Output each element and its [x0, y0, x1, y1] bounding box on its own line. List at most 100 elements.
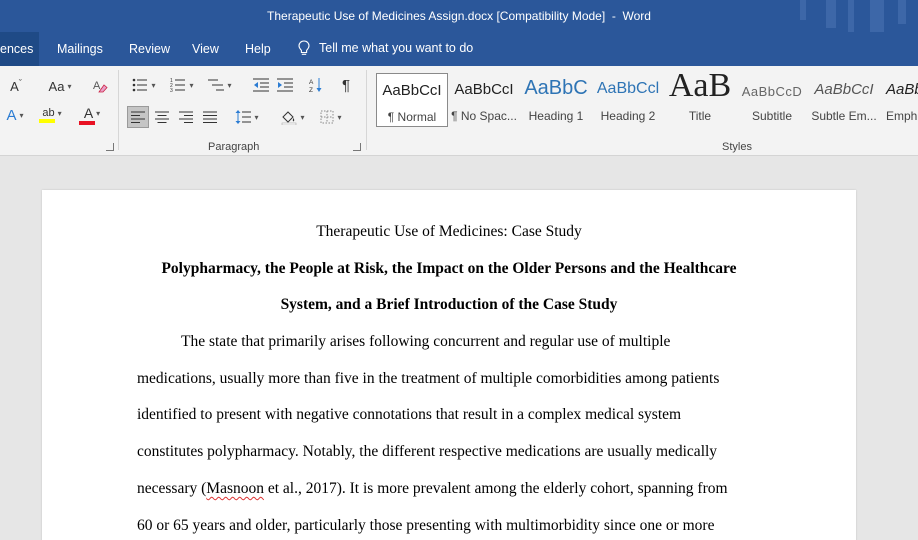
- change-case-button[interactable]: Aa ▾: [42, 76, 78, 96]
- svg-text:Z: Z: [309, 87, 313, 93]
- body-line: necessary (Masnoon et al., 2017). It is …: [137, 480, 728, 498]
- body-line: medications, usually more than five in t…: [137, 370, 720, 387]
- chevron-down-icon: ▾: [67, 81, 72, 91]
- style-sample: AaB: [668, 67, 732, 104]
- style-no-spacing[interactable]: AaBbCcI ¶ No Spac...: [448, 73, 520, 127]
- chevron-down-icon: ▾: [96, 108, 101, 118]
- highlight-color-button[interactable]: ab ▾: [34, 105, 70, 125]
- tab-references[interactable]: ences: [0, 32, 40, 66]
- pilcrow-icon: ¶: [341, 76, 351, 94]
- font-color-swatch: [79, 121, 95, 125]
- chevron-down-icon: ▾: [300, 112, 305, 122]
- align-left-icon: [131, 111, 145, 123]
- align-center-icon: [155, 111, 169, 123]
- chevron-down-icon: ▾: [151, 80, 156, 90]
- style-normal[interactable]: AaBbCcI ¶ Normal: [376, 73, 448, 127]
- sort-icon: A Z: [309, 78, 322, 93]
- bullets-button[interactable]: ▾: [128, 75, 160, 95]
- body-text: et al., 2017). It is more prevalent amon…: [263, 480, 728, 497]
- document-page[interactable]: Therapeutic Use of Medicines: Case Study…: [42, 190, 856, 540]
- style-subtle-emphasis[interactable]: AaBbCcI Subtle Em...: [808, 73, 880, 127]
- shading-button[interactable]: ▾: [276, 107, 310, 127]
- svg-text:A: A: [309, 79, 314, 86]
- decrease-indent-button[interactable]: [250, 75, 272, 95]
- line-spacing-icon: [235, 110, 252, 124]
- style-sample: AaBbCcI: [382, 82, 442, 99]
- tab-mailings[interactable]: Mailings: [57, 42, 103, 56]
- chevron-down-icon: ▾: [337, 112, 342, 122]
- style-sample: AaBbCcl: [596, 80, 660, 97]
- body-text: necessary (: [137, 480, 207, 497]
- tell-me-label: Tell me what you want to do: [319, 41, 474, 55]
- paint-bucket-icon: [282, 111, 297, 125]
- style-sample: AaBbCcD: [741, 84, 803, 99]
- chevron-down-icon: ▾: [189, 80, 194, 90]
- paragraph-dialog-launcher[interactable]: [353, 143, 361, 151]
- show-marks-button[interactable]: ¶: [336, 75, 356, 95]
- borders-button[interactable]: ▾: [314, 107, 348, 127]
- clear-formatting-button[interactable]: A: [88, 76, 112, 96]
- style-name: ¶ No Spac...: [451, 109, 517, 123]
- style-name: Emph: [886, 109, 918, 123]
- align-right-button[interactable]: [175, 107, 197, 127]
- borders-icon: [320, 110, 334, 124]
- chevron-down-icon: ▾: [57, 108, 62, 118]
- multilevel-list-icon: [208, 79, 225, 91]
- body-line: identified to present with negative conn…: [137, 406, 682, 423]
- numbering-button[interactable]: 1 2 3 ▾: [166, 75, 198, 95]
- style-sample: AaBbC: [524, 77, 588, 99]
- styles-group-label: Styles: [722, 141, 752, 153]
- line-spacing-button[interactable]: ▾: [230, 107, 264, 127]
- style-heading-2[interactable]: AaBbCcl Heading 2: [592, 73, 664, 127]
- style-name: Subtle Em...: [811, 109, 877, 123]
- align-right-icon: [179, 111, 193, 123]
- style-name: Title: [688, 109, 712, 123]
- tell-me-search[interactable]: Tell me what you want to do: [298, 40, 473, 56]
- increase-indent-icon: [277, 78, 293, 92]
- font-dialog-launcher[interactable]: [106, 143, 114, 151]
- style-subtitle[interactable]: AaBbCcD Subtitle: [736, 73, 808, 127]
- window-title: Therapeutic Use of Medicines Assign.docx…: [267, 9, 651, 23]
- style-name: Subtitle: [751, 109, 793, 123]
- tab-review[interactable]: Review: [129, 42, 170, 56]
- title-bar: Therapeutic Use of Medicines Assign.docx…: [0, 0, 918, 32]
- numbered-list-icon: 1 2 3: [170, 78, 186, 92]
- font-color-button[interactable]: A ▾: [74, 105, 110, 125]
- style-sample: AaBbCcI: [454, 81, 514, 98]
- ribbon: Aˇ Aa ▾ A A ▾ ab ▾ A ▾ ▾ 1 2 3 ▾ ▾ A Z ¶…: [0, 66, 918, 156]
- align-left-button[interactable]: [127, 106, 149, 128]
- ribbon-tabs: ences Mailings Review View Help Tell me …: [0, 32, 918, 66]
- group-separator: [366, 70, 367, 150]
- lightbulb-icon: [298, 40, 310, 55]
- decrease-indent-icon: [253, 78, 269, 92]
- sort-button[interactable]: A Z: [306, 75, 326, 95]
- group-separator: [118, 70, 119, 150]
- spelling-error-word[interactable]: Masnoon: [206, 480, 264, 497]
- chevron-down-icon: ▾: [19, 110, 24, 120]
- text-effects-button[interactable]: A ▾: [0, 105, 30, 125]
- paragraph-group-label: Paragraph: [208, 141, 260, 153]
- style-heading-1[interactable]: AaBbC Heading 1: [520, 73, 592, 127]
- multilevel-list-button[interactable]: ▾: [204, 75, 236, 95]
- justify-button[interactable]: [199, 107, 221, 127]
- style-sample: AaBbCcI: [814, 81, 874, 98]
- document-title: Therapeutic Use of Medicines: Case Study: [316, 223, 582, 240]
- tab-view[interactable]: View: [192, 42, 219, 56]
- section-heading-line-1: Polypharmacy, the People at Risk, the Im…: [161, 260, 737, 277]
- bullet-list-icon: [133, 78, 148, 92]
- style-name: ¶ Normal: [387, 110, 437, 124]
- style-sample: AaBb: [886, 81, 918, 98]
- style-title[interactable]: AaB Title: [664, 67, 736, 127]
- section-heading-line-2: System, and a Brief Introduction of the …: [280, 296, 618, 313]
- chevron-down-icon: ▾: [227, 80, 232, 90]
- style-name: Heading 1: [528, 109, 584, 123]
- style-emphasis[interactable]: AaBb Emph: [880, 73, 918, 127]
- shrink-font-button[interactable]: Aˇ: [0, 76, 32, 96]
- justify-icon: [203, 111, 217, 123]
- chevron-down-icon: ▾: [254, 112, 259, 122]
- increase-indent-button[interactable]: [274, 75, 296, 95]
- align-center-button[interactable]: [151, 107, 173, 127]
- svg-text:3: 3: [170, 88, 173, 92]
- highlight-swatch: [39, 119, 55, 123]
- tab-help[interactable]: Help: [245, 42, 271, 56]
